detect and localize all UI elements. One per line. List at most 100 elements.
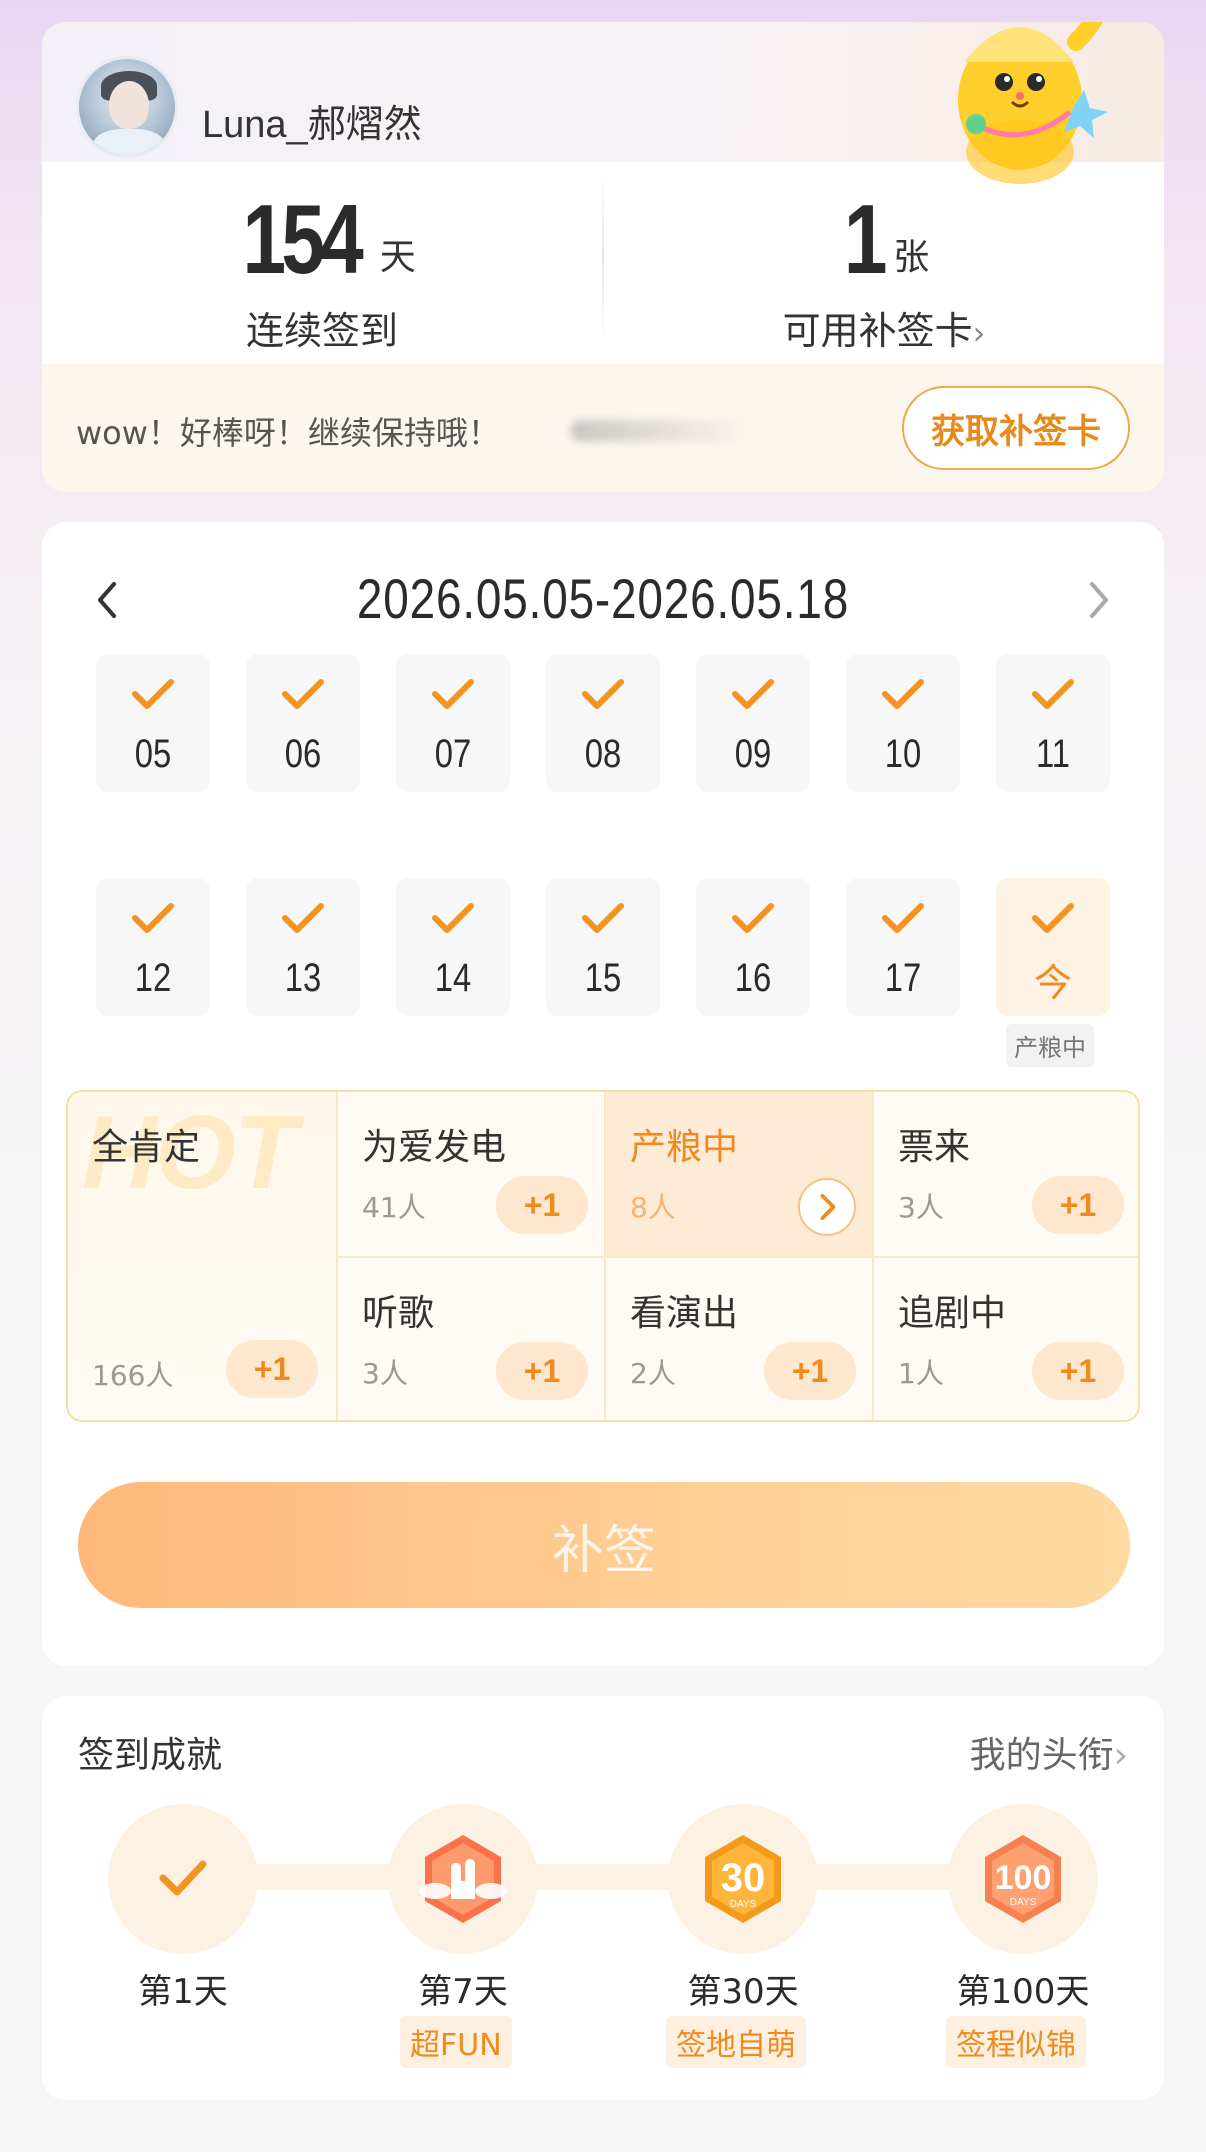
calendar-day[interactable]: 10 [846, 654, 960, 792]
tag-title: 听歌 [362, 1293, 435, 1334]
milestone-badge-name: 签程似锦 [946, 2016, 1086, 2068]
calendar-day[interactable]: 13 [246, 878, 360, 1016]
check-icon [1032, 903, 1074, 933]
day-number: 07 [434, 732, 472, 776]
day-number: 06 [284, 732, 322, 776]
day-number: 05 [134, 732, 172, 776]
check-icon [582, 679, 624, 709]
milestone-node[interactable] [388, 1804, 538, 1954]
check-icon [132, 679, 174, 709]
streak-label: 连续签到 [245, 309, 398, 353]
calendar-day[interactable]: 14 [396, 878, 510, 1016]
30-days-badge-icon: 30 DAYS [705, 1835, 781, 1923]
mascot-illustration [958, 22, 1108, 184]
mood-tags-panel: HOT 全肯定 166人 +1 为爱发电 41人 +1 产粮中 8人 票来 3人… [66, 1090, 1140, 1422]
milestone-node[interactable]: 30 DAYS [668, 1804, 818, 1954]
achievements-title: 签到成就 [78, 1735, 223, 1776]
plus-one-button[interactable]: +1 [496, 1342, 588, 1400]
my-titles-link[interactable]: 我的头衔› [970, 1726, 1128, 1778]
check-icon [432, 679, 474, 709]
day-number: 08 [584, 732, 622, 776]
milestone-day: 第100天 [956, 1972, 1090, 2012]
streak-days-unit: 天 [379, 237, 416, 278]
calendar-day[interactable]: 07 [396, 654, 510, 792]
day-number: 11 [1035, 732, 1071, 776]
tag-count: 3人 [362, 1357, 408, 1390]
avatar[interactable] [76, 56, 178, 158]
milestone-day: 第30天 [687, 1972, 799, 2012]
tag-item[interactable]: 追剧中 1人 +1 [874, 1258, 1138, 1420]
svg-text:DAYS: DAYS [1010, 1897, 1037, 1908]
check-icon [882, 903, 924, 933]
arrow-right-circle-icon[interactable] [798, 1178, 856, 1236]
encourage-text: wow！好棒呀！继续保持哦！ [76, 414, 500, 452]
plus-one-button[interactable]: +1 [764, 1342, 856, 1400]
date-range: 2026.05.05-2026.05.18 [356, 567, 850, 630]
blurred-decoration [570, 420, 750, 442]
tag-item[interactable]: 听歌 3人 +1 [338, 1258, 604, 1420]
milestone-badge-name: 签地自萌 [666, 2016, 806, 2068]
check-icon [882, 679, 924, 709]
check-icon [582, 903, 624, 933]
day-number: 15 [584, 956, 622, 1000]
check-icon [1032, 679, 1074, 709]
plus-one-button[interactable]: +1 [496, 1176, 588, 1234]
svg-text:DAYS: DAYS [730, 1899, 757, 1910]
tag-count: 1人 [898, 1357, 944, 1390]
calendar-day[interactable]: 12 [96, 878, 210, 1016]
calendar-day[interactable]: 16 [696, 878, 810, 1016]
day-number: 13 [284, 956, 322, 1000]
day-number: 14 [434, 956, 472, 1000]
calendar-day[interactable]: 06 [246, 654, 360, 792]
milestone-badge-name: 超FUN [400, 2016, 512, 2068]
calendar-day-today[interactable]: 今 [996, 878, 1110, 1016]
chevron-right-icon: › [972, 314, 986, 352]
milestone-node[interactable]: 100 DAYS [948, 1804, 1098, 1954]
tag-count: 2人 [630, 1357, 676, 1390]
today-label: 今 [1033, 961, 1072, 1005]
calendar-day[interactable]: 15 [546, 878, 660, 1016]
tag-item[interactable]: 看演出 2人 +1 [606, 1258, 872, 1420]
plus-one-button[interactable]: +1 [226, 1340, 318, 1398]
rock-hand-badge-icon [419, 1835, 507, 1923]
tag-title: 追剧中 [898, 1293, 1007, 1334]
tag-title: 票来 [898, 1127, 971, 1168]
check-icon [132, 903, 174, 933]
tag-count: 166人 [92, 1359, 174, 1392]
resign-card-stat[interactable]: 1 张 可用补签卡› [604, 184, 1164, 355]
chevron-right-icon[interactable] [1076, 572, 1120, 628]
today-status-tag: 产粮中 [1006, 1024, 1094, 1067]
check-icon [732, 903, 774, 933]
calendar-day[interactable]: 09 [696, 654, 810, 792]
calendar-day[interactable]: 17 [846, 878, 960, 1016]
tag-count: 41人 [362, 1191, 426, 1224]
tag-featured[interactable]: HOT 全肯定 166人 +1 [68, 1092, 336, 1420]
achievement-progress-track [182, 1864, 1022, 1890]
streak-days-value: 154 [242, 184, 364, 294]
check-icon [159, 1860, 207, 1896]
resign-button[interactable]: 补签 [78, 1482, 1130, 1608]
tag-title: 全肯定 [92, 1127, 201, 1168]
tag-title: 为爱发电 [362, 1127, 507, 1168]
streak-stat: 154 天 连续签到 [42, 184, 602, 355]
tag-item[interactable]: 为爱发电 41人 +1 [338, 1092, 604, 1256]
chevron-right-icon: › [1113, 1735, 1128, 1776]
milestone-day: 第7天 [418, 1972, 508, 2012]
chevron-left-icon[interactable] [86, 572, 130, 628]
calendar-day[interactable]: 05 [96, 654, 210, 792]
check-icon [282, 903, 324, 933]
milestone-node[interactable] [108, 1804, 258, 1954]
day-number: 10 [884, 732, 922, 776]
day-number: 17 [884, 956, 922, 1000]
get-resign-card-button[interactable]: 获取补签卡 [902, 386, 1130, 470]
plus-one-button[interactable]: +1 [1032, 1342, 1124, 1400]
calendar-day[interactable]: 08 [546, 654, 660, 792]
resign-card-value: 1 [843, 184, 888, 294]
day-number: 12 [134, 956, 172, 1000]
tag-item[interactable]: 票来 3人 +1 [874, 1092, 1138, 1256]
tag-item-selected[interactable]: 产粮中 8人 [606, 1092, 872, 1256]
plus-one-button[interactable]: +1 [1032, 1176, 1124, 1234]
check-icon [282, 679, 324, 709]
resign-card-unit: 张 [893, 237, 930, 278]
calendar-day[interactable]: 11 [996, 654, 1110, 792]
